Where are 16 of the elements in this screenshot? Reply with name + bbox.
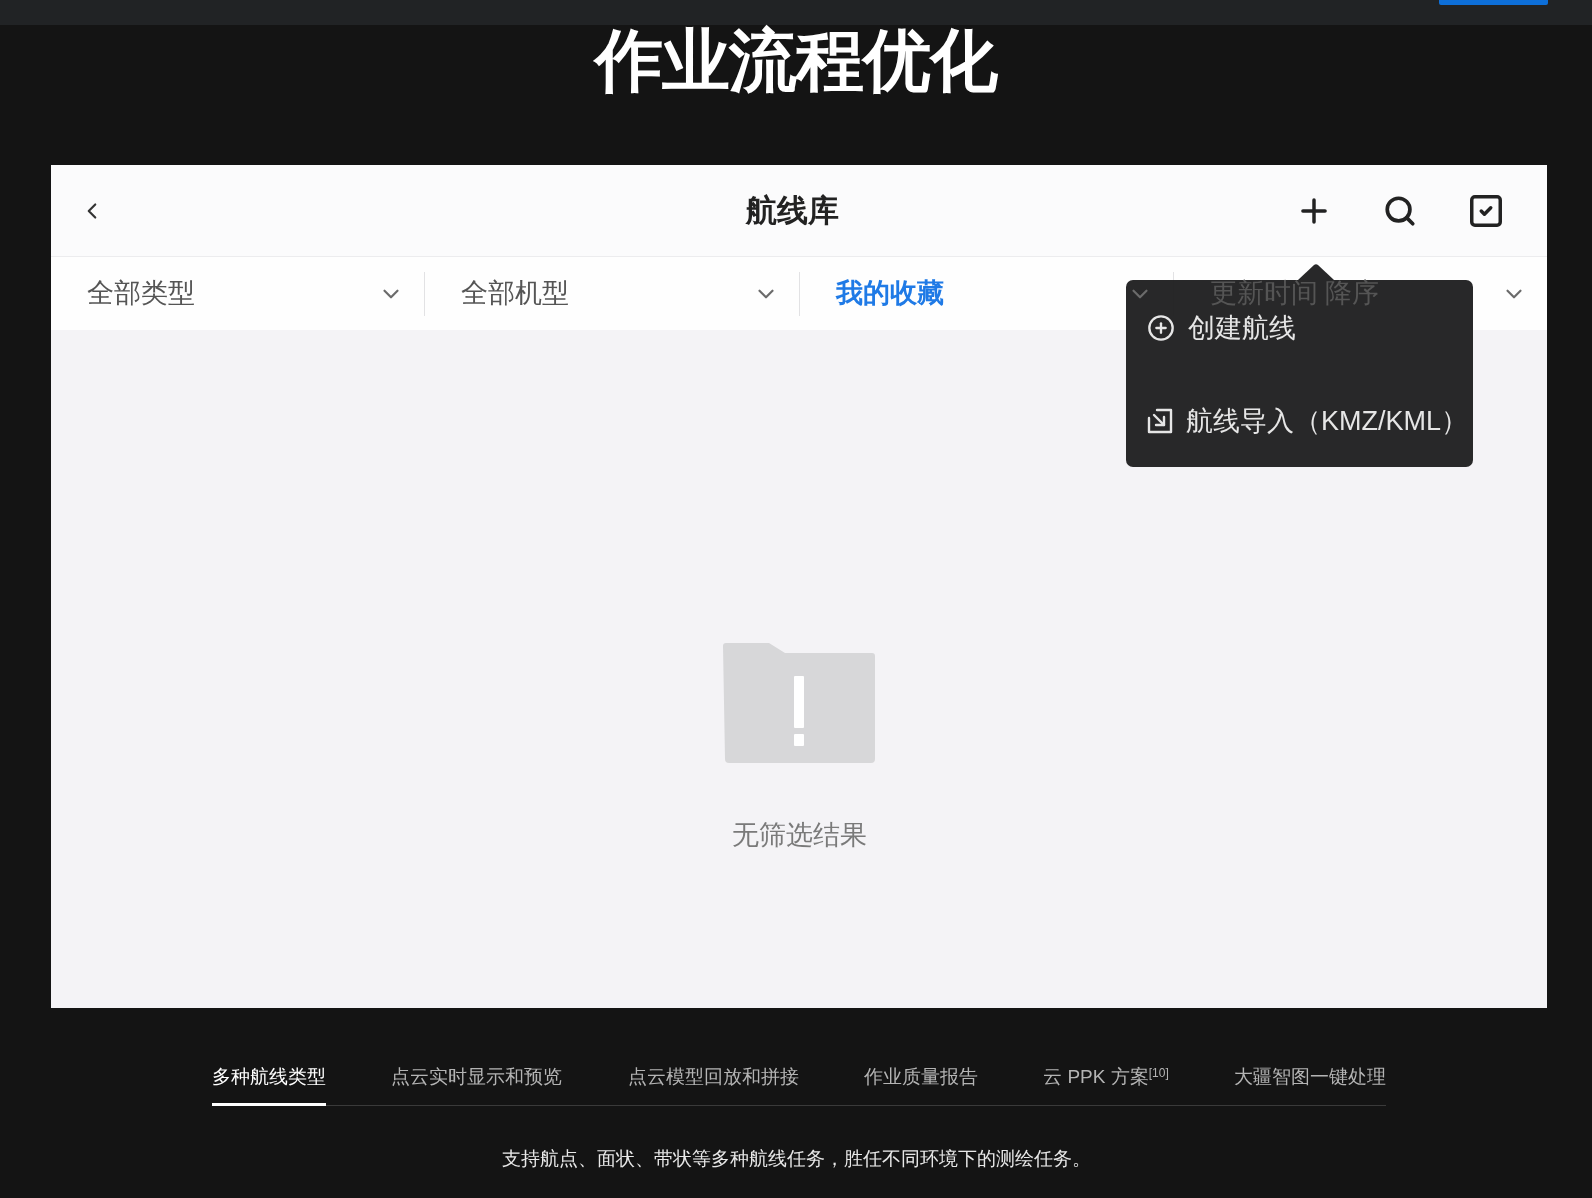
feature-tab[interactable]: 云 PPK 方案$^{[10]}$ [1043, 1063, 1169, 1106]
feature-tab[interactable]: 大疆智图一键处理 [1234, 1063, 1386, 1106]
menu-item[interactable]: 航线导入（KMZ/KML） [1126, 403, 1473, 439]
screen-title: 航线库 [745, 195, 839, 226]
feature-tab[interactable]: 点云实时显示和预览 [391, 1063, 563, 1106]
feature-tab[interactable]: 作业质量报告 [863, 1063, 978, 1106]
add-circle-icon [1147, 314, 1175, 342]
search-icon [1383, 193, 1417, 228]
feature-description: 支持航点、面状、带状等多种航线任务，胜任不同环境下的测绘任务。 [501, 1147, 1091, 1171]
filter-dropdown[interactable]: 全部类型 [87, 273, 405, 314]
filter-dropdown[interactable]: 全部机型 [461, 273, 779, 314]
empty-message: 无筛选结果 [731, 822, 867, 849]
feature-tab[interactable]: 多种航线类型 [212, 1063, 326, 1106]
page-heading: 作业流程优化 [595, 26, 997, 94]
feature-tab[interactable]: 点云模型回放和拼接 [627, 1063, 799, 1106]
empty-folder-icon [721, 642, 877, 764]
